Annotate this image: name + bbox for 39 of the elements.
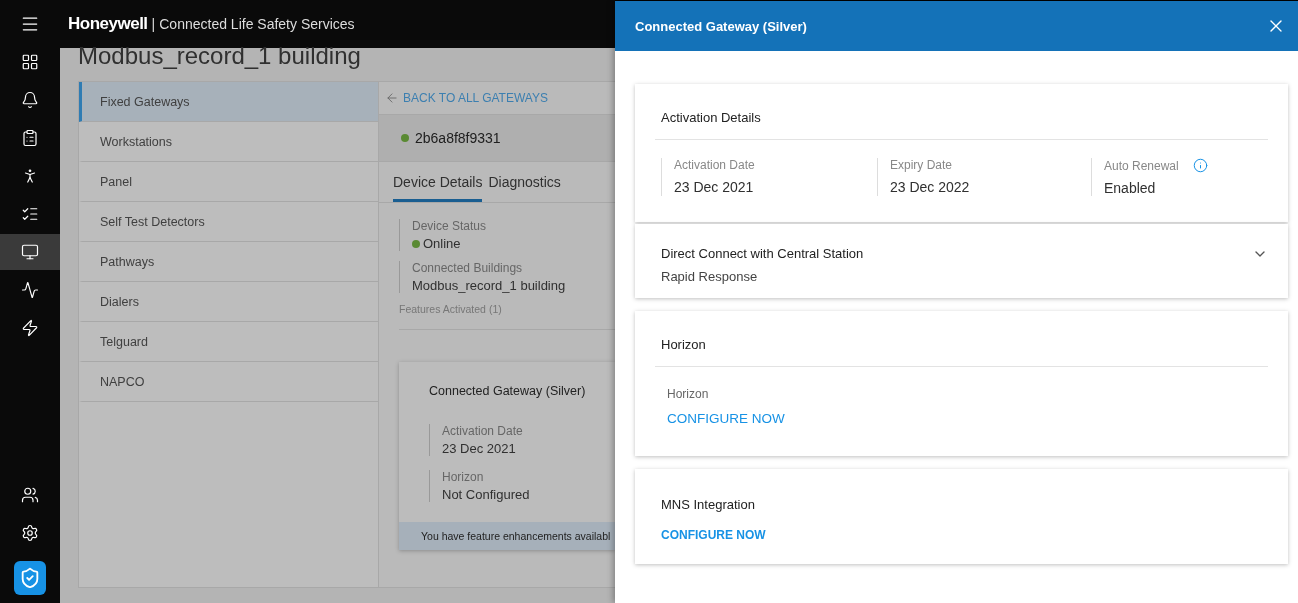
app-title: Connected Life Safety Services <box>159 16 355 32</box>
field-label: Horizon <box>667 387 709 401</box>
field-value: Enabled <box>1104 180 1157 196</box>
brand-logo: Honeywell <box>68 14 148 34</box>
card-subtitle: Rapid Response <box>661 269 759 284</box>
drawer-title: Connected Gateway (Silver) <box>635 18 807 34</box>
card-title: Horizon <box>655 311 1268 367</box>
separator: | <box>151 16 156 32</box>
card-title: Connected Gateway (Silver) <box>429 384 586 398</box>
field-value: Online <box>423 236 461 251</box>
shield-check-icon[interactable] <box>14 561 46 595</box>
field-label: Auto Renewal <box>1104 158 1179 173</box>
expandable-card[interactable]: Direct Connect with Central Station Rapid Response <box>635 224 1288 298</box>
status-dot <box>401 134 409 142</box>
card-title: Activation Details <box>655 84 1268 140</box>
banner-text: You have feature enhancements availabl <box>421 530 611 542</box>
tab[interactable]: Device Details <box>393 174 483 202</box>
info-icon[interactable] <box>1192 158 1208 173</box>
tab[interactable]: Diagnostics <box>488 174 561 202</box>
card-title: MNS Integration <box>661 497 755 512</box>
field-value: Not Configured <box>442 487 531 502</box>
field-value: 23 Dec 2022 <box>890 179 971 195</box>
configure-link[interactable]: CONFIGURE NOW <box>667 411 785 426</box>
field-label: Connected Buildings <box>412 261 524 275</box>
card-title: Direct Connect with Central Station <box>661 246 864 261</box>
field-value: 23 Dec 2021 <box>674 179 755 195</box>
field-label: Activation Date <box>442 424 524 438</box>
field-value: Modbus_record_1 building <box>412 278 567 293</box>
nav-item[interactable]: Fixed Gateways <box>79 82 378 122</box>
field-label: Activation Date <box>674 158 755 172</box>
device-id: 2b6a8f8f9331 <box>415 130 501 146</box>
page-title: Modbus_record_1 building <box>77 44 362 71</box>
field-value: 23 Dec 2021 <box>442 441 517 456</box>
field-label: Horizon <box>442 470 485 484</box>
device-icon[interactable] <box>0 234 60 270</box>
status-dot <box>412 239 420 248</box>
field-label: Device Status <box>412 219 488 233</box>
field-label: Expiry Date <box>890 158 953 172</box>
configure-link[interactable]: CONFIGURE NOW <box>661 528 766 542</box>
